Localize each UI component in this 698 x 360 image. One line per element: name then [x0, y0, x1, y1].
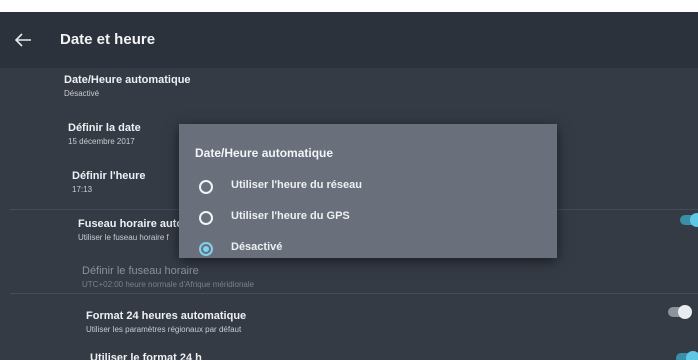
setting-label: Date/Heure automatique [64, 74, 191, 86]
page-title: Date et heure [60, 31, 156, 48]
setting-summary: UTC+02:00 heure normale d'Afrique méridi… [82, 280, 255, 289]
section-divider [10, 293, 698, 294]
setting-auto-date-time[interactable]: Date/Heure automatique Désactivé [64, 74, 191, 98]
setting-label: Définir la date [68, 122, 141, 134]
option-network-time[interactable]: Utiliser l'heure du réseau [179, 173, 557, 201]
setting-use-24h-format[interactable]: Utiliser le format 24 h [90, 352, 202, 360]
setting-summary: 17:13 [72, 185, 93, 194]
radio-button-selected[interactable] [199, 242, 213, 256]
toggle-knob [678, 305, 692, 319]
setting-time-zone: Définir le fuseau horaire UTC+02:00 heur… [82, 265, 254, 289]
setting-auto-24h-format[interactable]: Format 24 heures automatique Utiliser le… [86, 310, 246, 334]
option-gps-time[interactable]: Utiliser l'heure du GPS [179, 204, 557, 232]
auto-time-zone-toggle[interactable] [680, 213, 698, 227]
settings-screen: Date et heure Date/Heure automatique Dés… [0, 12, 698, 360]
setting-set-date[interactable]: Définir la date 15 décembre 2017 [68, 122, 141, 146]
setting-label: Format 24 heures automatique [86, 310, 247, 322]
setting-label: Définir l'heure [72, 170, 146, 182]
option-label: Utiliser l'heure du GPS [231, 210, 350, 222]
arrow-left-icon[interactable] [14, 32, 32, 48]
option-disabled[interactable]: Désactivé [179, 235, 557, 263]
setting-set-time[interactable]: Définir l'heure 17:13 [72, 170, 146, 194]
radio-button[interactable] [199, 211, 213, 225]
radio-button[interactable] [199, 180, 213, 194]
setting-label: Utiliser le format 24 h [90, 352, 202, 360]
auto-date-time-dialog: Date/Heure automatique Utiliser l'heure … [179, 124, 557, 258]
setting-summary: Utiliser les paramètres régionaux par dé… [86, 325, 242, 334]
setting-summary: Désactivé [64, 89, 100, 98]
setting-label: Définir le fuseau horaire [82, 265, 199, 277]
option-label: Désactivé [231, 241, 283, 253]
toggle-knob [686, 351, 698, 360]
setting-summary: 15 décembre 2017 [68, 137, 135, 146]
auto-24h-format-toggle[interactable] [668, 305, 692, 319]
toggle-knob [690, 213, 698, 227]
dialog-title: Date/Heure automatique [195, 146, 334, 160]
option-label: Utiliser l'heure du réseau [231, 179, 362, 191]
app-bar: Date et heure [0, 12, 698, 68]
use-24h-format-toggle[interactable] [676, 351, 698, 360]
